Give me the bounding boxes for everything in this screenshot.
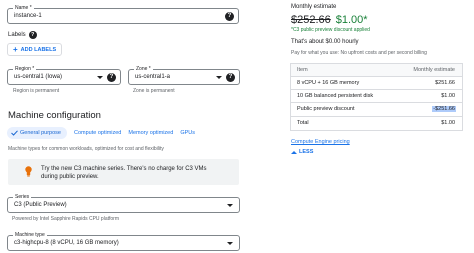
row-item: Total [297,120,309,126]
pay-note: Pay for what you use: No upfront costs a… [291,50,427,56]
plus-icon: + [13,44,18,54]
help-icon[interactable]: ? [28,31,37,39]
series-select[interactable]: Series C3 (Public Preview) [7,194,240,213]
region-label: Region * [13,66,37,72]
chevron-down-icon [227,204,233,207]
machine-type-value: c3-highcpu-8 (8 vCPU, 16 GB memory) [14,240,119,246]
name-field-label: Name * [13,5,34,11]
series-value: C3 (Public Preview) [14,202,67,208]
chevron-down-icon [97,76,103,79]
tab-gpus[interactable]: GPUs [180,130,195,136]
region-select[interactable]: Region * us-central1 (Iowa) ? [7,66,121,85]
zone-hint: Zone is permanent [133,88,175,94]
name-field-value: instance-1 [14,13,42,19]
row-item: 10 GB balanced persistent disk [297,93,374,99]
header-estimate: Monthly estimate [413,67,455,73]
price-display: $252.66 $1.00* [291,14,368,26]
zone-label: Zone * [134,66,153,72]
add-labels-button[interactable]: + ADD LABELS [7,43,63,56]
series-label: Series [13,194,32,200]
table-row: 10 GB balanced persistent disk $1.00 [291,90,462,103]
chevron-down-icon [227,242,233,245]
tab-general-purpose[interactable]: General purpose [7,127,67,139]
region-value: us-central1 (Iowa) [14,74,63,80]
tab-memory-optimized[interactable]: Memory optimized [128,130,173,136]
machine-config-title: Machine configuration [8,110,101,121]
hourly-estimate: That's about $0.00 hourly [291,39,359,45]
name-field[interactable]: Name * instance-1 ? [7,5,239,24]
zone-value: us-central1-a [135,74,171,80]
zone-select[interactable]: Zone * us-central1-a ? [128,66,240,85]
labels-title: Labels [8,32,26,38]
c3-preview-banner: Try the new C3 machine series. There's n… [8,159,239,185]
estimate-title: Monthly estimate [291,4,337,10]
row-cost: $251.66 [435,80,455,86]
lightbulb-icon [25,166,32,177]
table-row: Public preview discount -$251.66 [291,103,462,117]
row-item: Public preview discount [297,106,355,112]
less-label: LESS [299,149,314,155]
new-price: $1.00* [335,14,368,26]
help-icon[interactable]: ? [107,73,116,82]
chevron-up-icon [291,150,297,154]
less-button[interactable]: LESS [291,149,313,155]
machine-type-select[interactable]: Machine type c3-highcpu-8 (8 vCPU, 16 GB… [7,232,240,251]
row-cost: $1.00 [441,120,455,126]
check-icon [11,130,18,136]
machine-family-description: Machine types for common workloads, opti… [8,146,164,152]
add-labels-label: ADD LABELS [20,46,57,53]
help-icon[interactable]: ? [226,73,235,82]
table-row-total: Total $1.00 [291,117,462,131]
series-hint: Powered by Intel Sapphire Rapids CPU pla… [12,216,119,222]
region-hint: Region is permanent [13,88,60,94]
discount-note: *C3 public preview discount applied [291,27,370,33]
machine-family-tabs: General purpose Compute optimized Memory… [7,127,195,139]
header-item: Item [297,67,308,73]
labels-section: Labels ? [8,31,37,39]
c3-banner-text: Try the new C3 machine series. There's n… [41,166,207,180]
row-cost: $1.00 [441,93,455,99]
chevron-down-icon [216,76,222,79]
help-icon[interactable]: ? [225,12,234,21]
machine-type-label: Machine type [13,232,47,238]
tab-compute-optimized[interactable]: Compute optimized [74,130,121,136]
table-header: Item Monthly estimate [291,64,462,77]
old-price: $252.66 [291,14,331,26]
row-cost: -$251.66 [432,106,456,112]
pricing-link[interactable]: Compute Engine pricing [291,139,350,145]
row-item: 8 vCPU + 16 GB memory [297,80,360,86]
table-row: 8 vCPU + 16 GB memory $251.66 [291,77,462,90]
estimate-table: Item Monthly estimate 8 vCPU + 16 GB mem… [290,63,463,131]
tab-label: General purpose [20,130,61,136]
